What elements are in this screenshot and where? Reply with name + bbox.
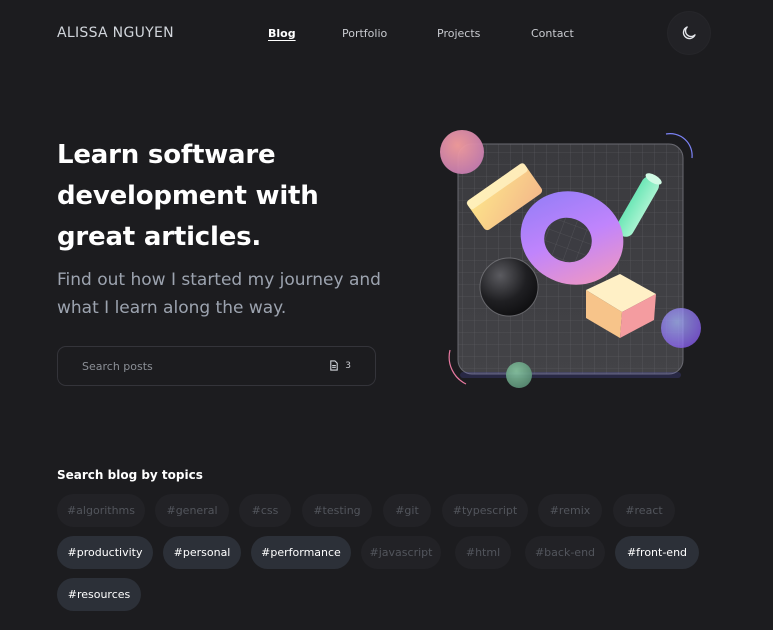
tag-productivity[interactable]: #productivity <box>57 536 153 569</box>
tag-front-end[interactable]: #front-end <box>615 536 699 569</box>
tag-back-end[interactable]: #back-end <box>525 536 605 569</box>
document-icon <box>330 360 339 371</box>
theme-toggle-button[interactable] <box>668 12 710 54</box>
tag-testing[interactable]: #testing <box>302 494 372 527</box>
tag-general[interactable]: #general <box>155 494 229 527</box>
main-nav: Blog Portfolio Projects Contact <box>0 27 773 47</box>
tag-performance[interactable]: #performance <box>251 536 351 569</box>
moon-icon <box>682 26 696 40</box>
nav-contact[interactable]: Contact <box>531 27 574 40</box>
tag-resources[interactable]: #resources <box>57 578 141 611</box>
tag-personal[interactable]: #personal <box>163 536 241 569</box>
hero-title: Learn software development with great ar… <box>57 140 319 252</box>
nav-blog[interactable]: Blog <box>268 27 296 40</box>
tag-css[interactable]: #css <box>239 494 291 527</box>
tag-git[interactable]: #git <box>383 494 431 527</box>
nav-portfolio[interactable]: Portfolio <box>342 27 387 40</box>
tag-react[interactable]: #react <box>613 494 675 527</box>
hero-subtitle: Find out how I started my journey and wh… <box>57 270 381 318</box>
tag-algorithms[interactable]: #algorithms <box>57 494 145 527</box>
search-box: 3 <box>57 346 376 386</box>
tag-html[interactable]: #html <box>455 536 511 569</box>
site-header: ALISSA NGUYEN Blog Portfolio Projects Co… <box>0 0 773 68</box>
tag-remix[interactable]: #remix <box>538 494 602 527</box>
tag-javascript[interactable]: #javascript <box>361 536 441 569</box>
search-result-count: 3 <box>329 360 351 371</box>
result-count-value: 3 <box>345 360 351 371</box>
topics-heading: Search blog by topics <box>57 468 203 482</box>
hero-3d-shapes-graphic <box>440 130 701 388</box>
search-input[interactable] <box>82 347 312 385</box>
tag-typescript[interactable]: #typescript <box>442 494 528 527</box>
nav-projects[interactable]: Projects <box>437 27 480 40</box>
hero-illustration <box>438 128 706 390</box>
